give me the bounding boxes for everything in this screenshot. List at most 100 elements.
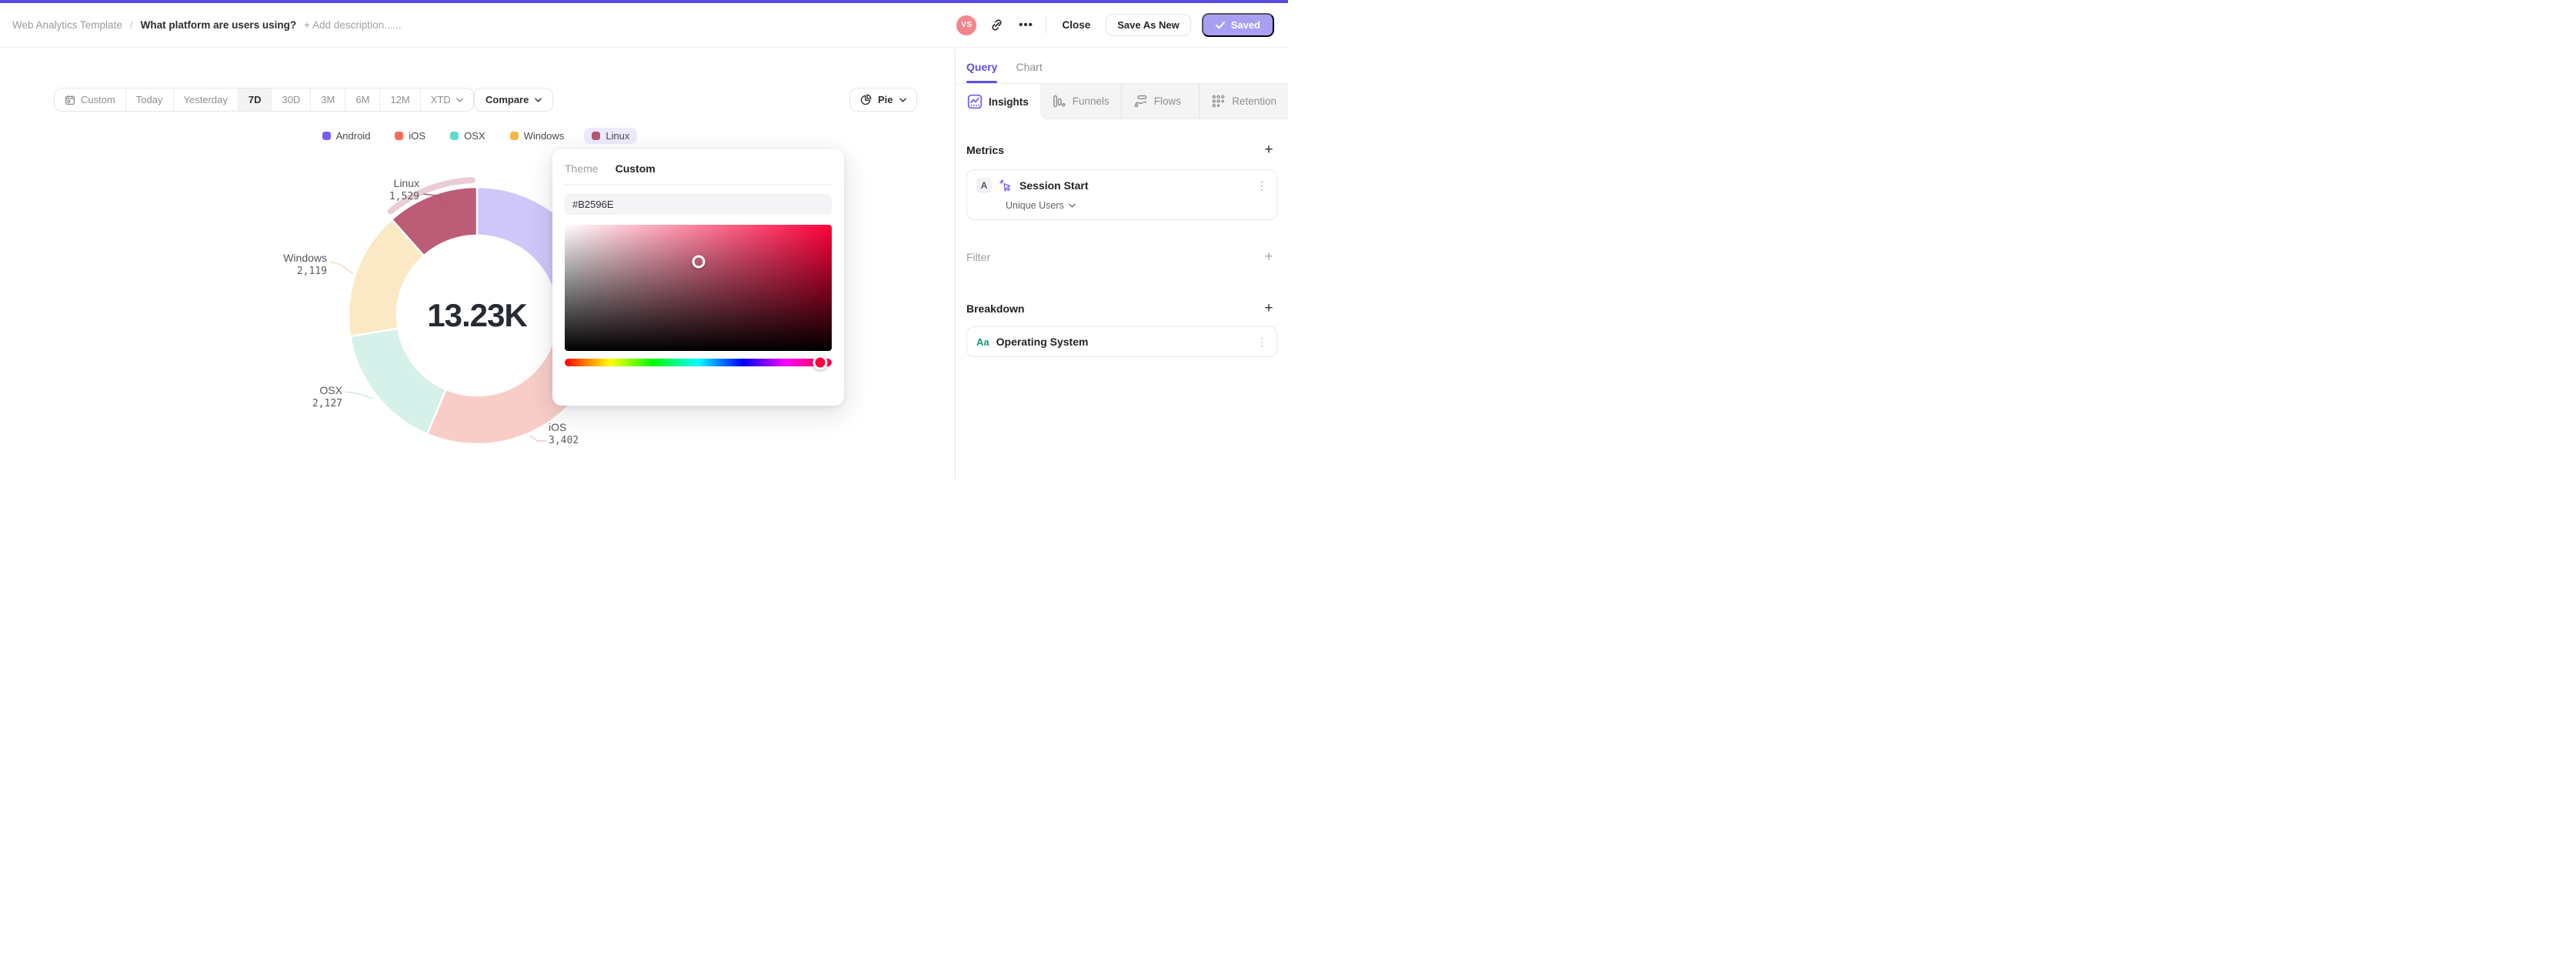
save-as-new-button[interactable]: Save As New <box>1106 14 1191 36</box>
app-window: Web Analytics Template / What platform a… <box>0 0 1288 480</box>
breakdown-title: Breakdown <box>966 302 1025 315</box>
more-options-button[interactable]: ••• <box>1016 16 1035 35</box>
tab-query[interactable]: Query <box>966 61 997 83</box>
date-range-group: Custom Today Yesterday 7D 30D 3M 6M 12M … <box>54 88 474 112</box>
breakdown-menu-button[interactable]: ⋮ <box>1256 336 1267 347</box>
range-12m[interactable]: 12M <box>380 89 421 111</box>
chart-legend: Android iOS OSX Windows Linux <box>0 128 955 144</box>
breadcrumb-root[interactable]: Web Analytics Template <box>12 19 122 31</box>
add-breakdown-button[interactable]: + <box>1260 301 1277 316</box>
breadcrumb: Web Analytics Template / What platform a… <box>12 19 402 31</box>
share-link-button[interactable] <box>987 16 1006 35</box>
saturation-value-area[interactable] <box>565 225 832 351</box>
label-connector-windows <box>329 261 354 275</box>
hue-slider[interactable] <box>565 355 832 370</box>
add-filter-button[interactable]: + <box>1260 249 1277 264</box>
range-30d[interactable]: 30D <box>272 89 312 111</box>
range-today[interactable]: Today <box>125 89 174 111</box>
metrics-section: Metrics + A Session Start ⋮ Unique Users <box>956 142 1288 220</box>
flows-icon <box>1134 95 1147 108</box>
picker-divider <box>563 184 833 185</box>
view-tab-label: Funnels <box>1072 95 1109 107</box>
tab-custom[interactable]: Custom <box>616 162 656 175</box>
legend-item-windows[interactable]: Windows <box>506 128 569 144</box>
view-type-strip: Insights Funnels Flows Retention <box>956 83 1288 119</box>
metrics-title: Metrics <box>966 143 1005 156</box>
view-tab-label: Insights <box>989 95 1029 108</box>
chevron-down-icon <box>899 97 906 102</box>
view-tab-funnels[interactable]: Funnels <box>1040 84 1122 119</box>
range-7d[interactable]: 7D <box>238 89 272 111</box>
legend-label: Linux <box>606 130 630 142</box>
breakdown-property-name: Operating System <box>996 336 1089 348</box>
query-sidebar: Query Chart Insights Funnels Flows Reten… <box>955 48 1288 480</box>
slice-label-value: 2,119 <box>296 266 327 277</box>
chevron-down-icon <box>535 97 542 102</box>
slice-label-name: OSX <box>319 384 342 396</box>
legend-item-osx[interactable]: OSX <box>445 128 489 144</box>
view-tab-label: Retention <box>1232 95 1276 107</box>
breakdown-section: Breakdown + Aa Operating System ⋮ <box>956 301 1288 357</box>
retention-icon <box>1212 95 1225 108</box>
tab-theme[interactable]: Theme <box>565 162 599 175</box>
legend-item-linux[interactable]: Linux <box>584 128 638 144</box>
saved-label: Saved <box>1230 19 1260 31</box>
chevron-down-icon <box>1068 203 1076 208</box>
view-tab-flows[interactable]: Flows <box>1122 84 1200 119</box>
metric-series-badge: A <box>976 178 992 193</box>
calendar-icon <box>65 95 75 105</box>
color-picker-popup: Theme Custom #B2596E <box>552 149 844 406</box>
insights-icon <box>967 94 983 109</box>
tab-chart[interactable]: Chart <box>1016 61 1042 83</box>
range-xtd[interactable]: XTD <box>420 89 473 111</box>
add-metric-button[interactable]: + <box>1260 142 1277 157</box>
pie-chart-icon <box>860 94 872 105</box>
metric-menu-button[interactable]: ⋮ <box>1256 180 1267 191</box>
slice-label-linux: Linux 1,529 <box>389 177 419 203</box>
breakdown-type-badge: Aa <box>976 336 989 348</box>
event-spark-icon <box>999 179 1011 192</box>
range-custom[interactable]: Custom <box>55 89 126 111</box>
range-yesterday[interactable]: Yesterday <box>173 89 239 111</box>
view-tabs-inactive-group: Funnels Flows Retention <box>1039 84 1288 119</box>
filter-title: Filter <box>966 250 991 263</box>
chart-type-button[interactable]: Pie <box>849 88 917 112</box>
metric-aggregation-label: Unique Users <box>1006 200 1064 211</box>
funnels-icon <box>1053 95 1066 108</box>
range-3m[interactable]: 3M <box>311 89 346 111</box>
view-tab-label: Flows <box>1153 95 1182 107</box>
hex-color-input[interactable]: #B2596E <box>565 194 832 215</box>
view-tab-retention[interactable]: Retention <box>1200 84 1288 119</box>
hue-slider-thumb[interactable] <box>813 355 828 370</box>
page-title[interactable]: What platform are users using? <box>141 19 297 31</box>
legend-label: Windows <box>523 130 565 142</box>
legend-label: Android <box>335 130 371 142</box>
metric-card[interactable]: A Session Start ⋮ Unique Users <box>966 169 1277 220</box>
slice-label-value: 3,402 <box>549 435 579 446</box>
check-icon <box>1215 21 1225 28</box>
compare-button[interactable]: Compare <box>474 88 554 112</box>
breadcrumb-separator: / <box>129 19 133 31</box>
range-6m[interactable]: 6M <box>345 89 381 111</box>
legend-swatch-ios <box>395 132 404 140</box>
pie-slice-osx[interactable] <box>349 327 447 436</box>
view-tab-insights[interactable]: Insights <box>956 84 1040 119</box>
color-cursor[interactable] <box>692 255 705 269</box>
breakdown-card[interactable]: Aa Operating System ⋮ <box>966 326 1277 357</box>
saved-button[interactable]: Saved <box>1201 13 1274 37</box>
legend-label: iOS <box>409 130 426 142</box>
metric-aggregation-dropdown[interactable]: Unique Users <box>1006 200 1267 211</box>
legend-item-ios[interactable]: iOS <box>390 128 430 144</box>
close-button[interactable]: Close <box>1057 16 1095 34</box>
range-xtd-label: XTD <box>430 94 451 105</box>
legend-swatch-linux <box>592 132 601 140</box>
legend-item-android[interactable]: Android <box>318 128 375 144</box>
legend-label: OSX <box>464 130 486 142</box>
sidebar-tabs: Query Chart <box>956 48 1288 83</box>
chevron-down-icon <box>455 97 463 102</box>
avatar[interactable]: VS <box>956 15 977 35</box>
label-connector-ios <box>529 435 546 442</box>
slice-label-windows: Windows 2,119 <box>283 252 327 278</box>
add-description-button[interactable]: + Add description...... <box>304 19 401 31</box>
slice-label-name: Windows <box>283 252 327 264</box>
